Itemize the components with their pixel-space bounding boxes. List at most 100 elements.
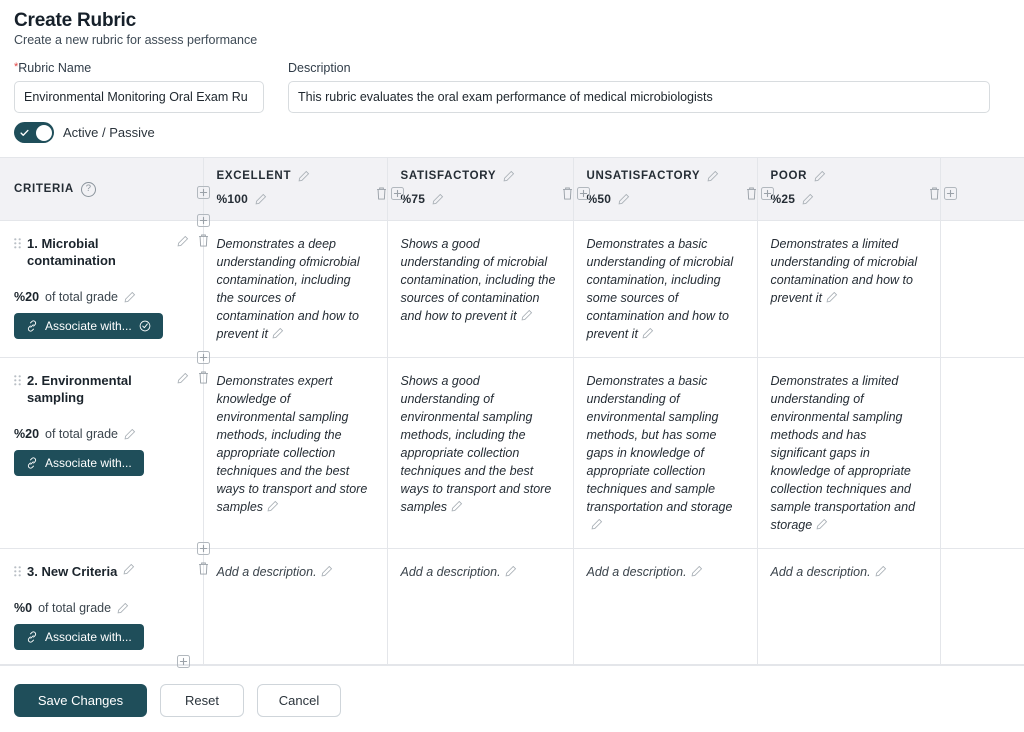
add-level-column-button[interactable] <box>760 187 774 200</box>
edit-pencil-icon[interactable] <box>618 193 630 205</box>
description-cell-2-0[interactable]: Add a description. <box>203 548 388 665</box>
edit-pencil-icon[interactable] <box>802 193 814 205</box>
description-cell-2-3[interactable]: Add a description. <box>757 548 941 665</box>
delete-trash-icon[interactable] <box>928 186 941 201</box>
edit-pencil-icon[interactable] <box>503 170 515 182</box>
description-text: Add a description. <box>217 563 371 581</box>
edit-pencil-icon[interactable] <box>451 500 463 512</box>
level-header-cell-0: EXCELLENT %100 <box>203 158 404 221</box>
add-criteria-row-bottom <box>177 653 190 671</box>
reset-button[interactable]: Reset <box>160 684 244 717</box>
drag-handle-icon[interactable] <box>14 375 21 388</box>
description-text: Demonstrates a basic understanding of mi… <box>586 237 734 341</box>
edit-pencil-icon[interactable] <box>117 602 129 614</box>
edit-pencil-icon[interactable] <box>123 563 135 575</box>
edit-pencil-icon[interactable] <box>267 500 279 512</box>
edit-pencil-icon[interactable] <box>432 193 444 205</box>
description-cell-1-0[interactable]: Demonstrates expert knowledge of environ… <box>203 357 388 549</box>
delete-trash-icon[interactable] <box>561 186 574 201</box>
edit-pencil-icon[interactable] <box>177 235 189 247</box>
delete-trash-icon[interactable] <box>745 186 758 201</box>
delete-trash-icon[interactable] <box>197 561 210 576</box>
description-cell-2-2[interactable]: Add a description. <box>573 548 758 665</box>
active-passive-toggle[interactable] <box>14 122 54 143</box>
description-cell-1-2[interactable]: Demonstrates a basic understanding of en… <box>573 357 758 549</box>
criteria-title-2: 3. New Criteria <box>14 563 189 580</box>
cancel-button[interactable]: Cancel <box>257 684 341 717</box>
save-changes-button[interactable]: Save Changes <box>14 684 147 717</box>
description-input[interactable] <box>288 81 990 113</box>
edit-pencil-icon[interactable] <box>591 518 603 530</box>
description-cell-0-1[interactable]: Shows a good understanding of microbial … <box>387 220 574 358</box>
description-text: Demonstrates a basic understanding of en… <box>587 372 741 534</box>
question-circle-icon[interactable]: ? <box>80 181 96 197</box>
level-name-2: UNSATISFACTORY <box>586 170 701 182</box>
edit-pencil-icon[interactable] <box>707 170 719 182</box>
rubric-table: CRITERIA ? EXCELLENT %100 SATISFACTORY %… <box>0 158 1024 668</box>
row-actions-2 <box>196 542 210 576</box>
description-cell-1-3[interactable]: Demonstrates a limited understanding of … <box>757 357 941 549</box>
drag-handle-icon[interactable] <box>14 566 21 579</box>
rubric-name-field-group: *Rubric Name <box>14 61 264 113</box>
criteria-header-cell: CRITERIA ? <box>0 158 210 221</box>
criteria-add-column-cluster <box>196 186 210 199</box>
edit-pencil-icon[interactable] <box>177 372 189 384</box>
rubric-name-input[interactable] <box>14 81 264 113</box>
associate-with-button-0[interactable]: Associate with... <box>14 313 163 339</box>
criteria-weight-value-2: %0 <box>14 601 33 615</box>
description-cell-2-1[interactable]: Add a description. <box>387 548 574 665</box>
criteria-title-0: 1. Microbial contamination <box>14 235 189 269</box>
edit-pencil-icon[interactable] <box>521 309 533 321</box>
rubric-form: *Rubric Name Description <box>0 47 1024 113</box>
delete-trash-icon[interactable] <box>375 186 388 201</box>
edit-pencil-icon[interactable] <box>816 518 828 530</box>
description-field-group: Description <box>288 61 990 113</box>
add-level-column-button[interactable] <box>390 187 404 200</box>
table-row: 1. Microbial contamination %20 of total … <box>0 214 1024 358</box>
active-passive-label: Active / Passive <box>63 125 155 140</box>
edit-pencil-icon[interactable] <box>826 291 838 303</box>
associate-with-button-2[interactable]: Associate with... <box>14 624 144 650</box>
level-name-3: POOR <box>770 170 808 182</box>
add-criteria-row-button[interactable] <box>196 542 210 555</box>
description-cell-0-3[interactable]: Demonstrates a limited understanding of … <box>757 220 941 358</box>
edit-pencil-icon[interactable] <box>814 170 826 182</box>
level-header-actions-3 <box>928 186 957 201</box>
page-subtitle: Create a new rubric for assess performan… <box>14 33 258 47</box>
add-criteria-row-button[interactable] <box>196 351 210 364</box>
delete-trash-icon[interactable] <box>197 233 210 248</box>
description-text: Shows a good understanding of microbial … <box>400 237 556 323</box>
description-cell-0-0[interactable]: Demonstrates a deep understanding ofmicr… <box>203 220 388 358</box>
description-text: Demonstrates a limited understanding of … <box>770 237 918 305</box>
edit-pencil-icon[interactable] <box>124 428 136 440</box>
link-icon <box>27 320 37 332</box>
toggle-knob <box>35 124 52 141</box>
edit-pencil-icon[interactable] <box>255 193 267 205</box>
edit-pencil-icon[interactable] <box>124 291 136 303</box>
edit-pencil-icon[interactable] <box>321 565 333 577</box>
add-level-column-button[interactable] <box>196 186 210 199</box>
description-text: Demonstrates a limited understanding of … <box>770 374 916 532</box>
page-title: Create Rubric <box>14 10 136 31</box>
add-criteria-row-button[interactable] <box>196 214 210 227</box>
edit-pencil-icon[interactable] <box>691 565 703 577</box>
description-label: Description <box>288 61 351 75</box>
edit-pencil-icon[interactable] <box>875 565 887 577</box>
edit-pencil-icon[interactable] <box>505 565 517 577</box>
criteria-weight-suffix-1: of total grade <box>45 427 118 441</box>
description-cell-1-1[interactable]: Shows a good understanding of environmen… <box>387 357 574 549</box>
add-level-column-button[interactable] <box>576 187 590 200</box>
drag-handle-icon[interactable] <box>14 238 21 251</box>
associate-with-button-1[interactable]: Associate with... <box>14 450 144 476</box>
criteria-weight-value-0: %20 <box>14 290 40 304</box>
delete-trash-icon[interactable] <box>197 370 210 385</box>
add-criteria-row-button[interactable] <box>177 655 190 668</box>
edit-pencil-icon[interactable] <box>272 327 284 339</box>
criteria-label-2: 3. New Criteria <box>27 564 118 579</box>
description-cell-0-2[interactable]: Demonstrates a basic understanding of mi… <box>573 220 758 358</box>
edit-pencil-icon[interactable] <box>298 170 310 182</box>
level-header-actions-2 <box>745 186 774 201</box>
rubric-name-label-text: Rubric Name <box>18 61 92 75</box>
add-level-column-button[interactable] <box>943 187 957 200</box>
edit-pencil-icon[interactable] <box>642 327 654 339</box>
